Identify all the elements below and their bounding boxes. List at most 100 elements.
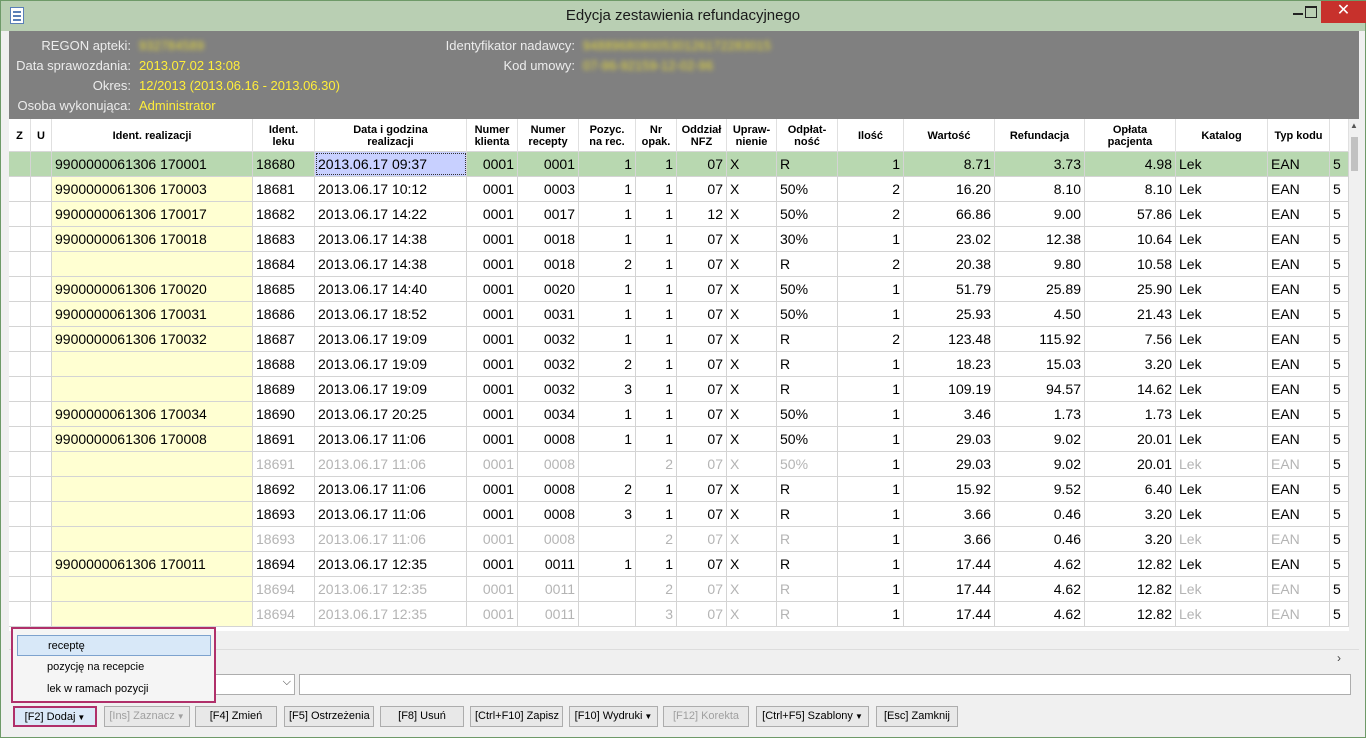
table-row[interactable]: 9900000061306 170032 18687 2013.06.17 19:0… [9,327,1349,352]
cell-z[interactable] [9,202,31,226]
table-row[interactable]: 18693 2013.06.17 11:06 0001 0008 2 07 X R 1 3.66 0… [9,527,1349,552]
cell-client[interactable]: 0001 [467,177,518,201]
cell-catalog[interactable]: Lek [1176,352,1268,376]
title-bar[interactable]: Edycja zestawienia refundacyjnego ✕ [1,1,1366,31]
cell-patient-fee[interactable]: 20.01 [1085,427,1176,451]
cell-catalog[interactable]: Lek [1176,577,1268,601]
cell-u[interactable] [31,577,52,601]
cell-quantity[interactable]: 2 [838,202,904,226]
column-header-refund[interactable]: Refundacja [995,119,1085,152]
cell-refund[interactable]: 9.80 [995,252,1085,276]
cell-quantity[interactable]: 1 [838,552,904,576]
cell-quantity[interactable]: 2 [838,327,904,351]
column-header-code-type[interactable]: Typ kodu [1268,119,1330,152]
cell-package[interactable]: 1 [636,352,677,376]
cell-catalog[interactable]: Lek [1176,477,1268,501]
cell-refund[interactable]: 4.50 [995,302,1085,326]
cell-value[interactable]: 66.86 [904,202,995,226]
cell-date[interactable]: 2013.06.17 10:12 [315,177,467,201]
cell-quantity[interactable]: 1 [838,502,904,526]
cell-u[interactable] [31,402,52,426]
cell-quantity[interactable]: 1 [838,152,904,176]
cell-patient-fee[interactable]: 4.98 [1085,152,1176,176]
cell-quantity[interactable]: 1 [838,477,904,501]
cell-value[interactable]: 18.23 [904,352,995,376]
cell-quantity[interactable]: 1 [838,352,904,376]
cell-date[interactable]: 2013.06.17 14:38 [315,227,467,251]
cell-value[interactable]: 123.48 [904,327,995,351]
cell-drug-id[interactable]: 18694 [253,577,315,601]
column-header-value[interactable]: Wartość [904,119,995,152]
cell-drug-id[interactable]: 18687 [253,327,315,351]
save-button[interactable]: [Ctrl+F10] Zapisz [470,706,563,727]
cell-package[interactable]: 1 [636,252,677,276]
cell-patient-fee[interactable]: 10.64 [1085,227,1176,251]
cell-drug-id[interactable]: 18691 [253,427,315,451]
cell-package[interactable]: 1 [636,302,677,326]
menu-item-position[interactable]: pozycję na recepcie [17,657,211,678]
cell-z[interactable] [9,577,31,601]
cell-position[interactable]: 1 [579,202,636,226]
cell-value[interactable]: 16.20 [904,177,995,201]
chevron-right-icon[interactable]: › [1337,651,1341,665]
cell-client[interactable]: 0001 [467,452,518,476]
cell-nfz[interactable]: 07 [677,602,727,626]
cell-entitlement[interactable]: X [727,252,777,276]
cell-date[interactable]: 2013.06.17 11:06 [315,502,467,526]
cell-patient-fee[interactable]: 7.56 [1085,327,1176,351]
cell-position[interactable]: 1 [579,427,636,451]
cell-u[interactable] [31,202,52,226]
cell-client[interactable]: 0001 [467,152,518,176]
cell-position[interactable]: 1 [579,402,636,426]
cell-patient-fee[interactable]: 20.01 [1085,452,1176,476]
cell-ident[interactable]: 9900000061306 170001 [52,152,253,176]
cell-drug-id[interactable]: 18684 [253,252,315,276]
cell-date[interactable]: 2013.06.17 18:52 [315,302,467,326]
cell-prescription[interactable]: 0008 [518,502,579,526]
cell-entitlement[interactable]: X [727,227,777,251]
cell-patient-fee[interactable]: 12.82 [1085,602,1176,626]
cell-package[interactable]: 1 [636,327,677,351]
cell-catalog[interactable]: Lek [1176,202,1268,226]
scroll-up-icon[interactable]: ▲ [1350,121,1358,130]
cell-quantity[interactable]: 1 [838,377,904,401]
cell-z[interactable] [9,227,31,251]
column-header-prescription[interactable]: Numer recepty [518,119,579,152]
cell-entitlement[interactable]: X [727,427,777,451]
cell-entitlement[interactable]: X [727,177,777,201]
cell-catalog[interactable]: Lek [1176,402,1268,426]
cell-u[interactable] [31,452,52,476]
cell-value[interactable]: 17.44 [904,602,995,626]
cell-date[interactable]: 2013.06.17 11:06 [315,527,467,551]
cell-drug-id[interactable]: 18690 [253,402,315,426]
cell-extra[interactable]: 5 [1330,427,1349,451]
cell-payment[interactable]: R [777,377,838,401]
cell-u[interactable] [31,352,52,376]
cell-client[interactable]: 0001 [467,527,518,551]
column-header-drug-id[interactable]: Ident. leku [253,119,315,152]
cell-date[interactable]: 2013.06.17 14:22 [315,202,467,226]
table-row[interactable]: 18694 2013.06.17 12:35 0001 0011 3 07 X R 1 17.44… [9,602,1349,627]
cell-client[interactable]: 0001 [467,252,518,276]
cell-entitlement[interactable]: X [727,352,777,376]
cell-catalog[interactable]: Lek [1176,452,1268,476]
cell-code-type[interactable]: EAN [1268,327,1330,351]
cell-entitlement[interactable]: X [727,602,777,626]
cell-u[interactable] [31,152,52,176]
cell-z[interactable] [9,277,31,301]
menu-item-drug[interactable]: lek w ramach pozycji [17,679,211,700]
cell-position[interactable] [579,602,636,626]
cell-value[interactable]: 20.38 [904,252,995,276]
cell-package[interactable]: 1 [636,227,677,251]
cell-nfz[interactable]: 07 [677,277,727,301]
cell-code-type[interactable]: EAN [1268,352,1330,376]
cell-prescription[interactable]: 0011 [518,552,579,576]
cell-z[interactable] [9,152,31,176]
cell-nfz[interactable]: 07 [677,327,727,351]
cell-package[interactable]: 3 [636,602,677,626]
cell-entitlement[interactable]: X [727,552,777,576]
cell-ident[interactable] [52,452,253,476]
cell-nfz[interactable]: 07 [677,502,727,526]
table-row[interactable]: 9900000061306 170008 18691 2013.06.17 11:0… [9,427,1349,452]
cell-ident[interactable] [52,252,253,276]
